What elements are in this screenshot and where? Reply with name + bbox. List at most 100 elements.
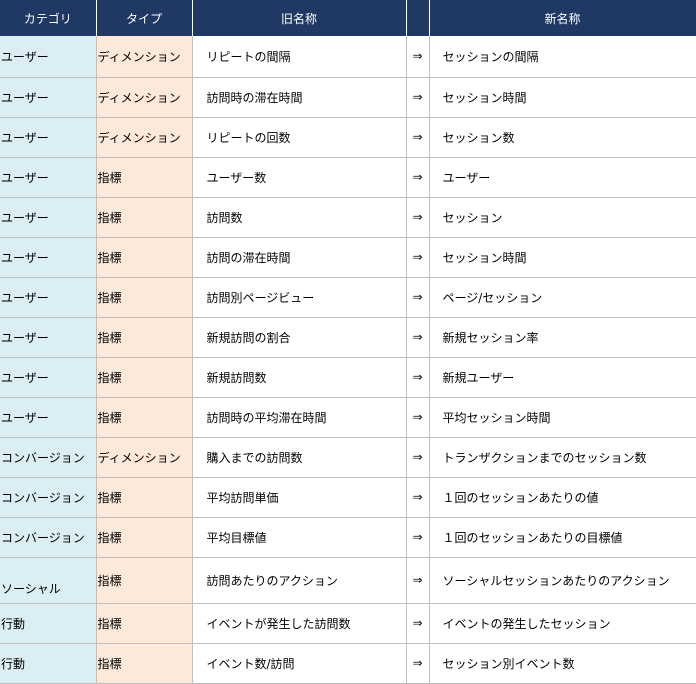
new-name-cell: ユーザー xyxy=(429,157,696,198)
table-row: ユーザー 指標 ユーザー数 ⇒ ユーザー xyxy=(0,157,696,198)
new-name-cell: セッション時間 xyxy=(429,237,696,278)
old-name-cell: イベント数/訪問 xyxy=(192,643,407,684)
old-name-cell: 平均訪問単価 xyxy=(192,477,407,518)
category-cell: ユーザー xyxy=(0,237,97,278)
old-name-cell: 購入までの訪問数 xyxy=(192,437,407,478)
old-name-cell: リピートの回数 xyxy=(192,117,407,158)
type-cell: 指標 xyxy=(96,357,193,398)
table-row: ユーザー 指標 新規訪問の割合 ⇒ 新規セッション率 xyxy=(0,317,696,358)
type-cell: 指標 xyxy=(96,517,193,558)
new-name-cell: １回のセッションあたりの値 xyxy=(429,477,696,518)
new-name-cell: セッション時間 xyxy=(429,77,696,118)
old-name-cell: 訪問数 xyxy=(192,197,407,238)
category-cell: ユーザー xyxy=(0,357,97,398)
table-row: ユーザー ディメンション リピートの回数 ⇒ セッション数 xyxy=(0,117,696,158)
arrow-cell: ⇒ xyxy=(406,357,430,398)
rename-table: カテゴリ タイプ 旧名称 新名称 ユーザー ディメンション リピートの間隔 ⇒ … xyxy=(0,0,696,684)
old-name-cell: ユーザー数 xyxy=(192,157,407,198)
old-name-cell: イベントが発生した訪問数 xyxy=(192,603,407,644)
new-name-cell: １回のセッションあたりの目標値 xyxy=(429,517,696,558)
header-type: タイプ xyxy=(96,0,193,36)
arrow-cell: ⇒ xyxy=(406,277,430,318)
type-cell: 指標 xyxy=(96,477,193,518)
table-row: コンバージョン 指標 平均目標値 ⇒ １回のセッションあたりの目標値 xyxy=(0,517,696,558)
old-name-cell: 新規訪問数 xyxy=(192,357,407,398)
arrow-cell: ⇒ xyxy=(406,437,430,478)
arrow-cell: ⇒ xyxy=(406,157,430,198)
category-cell: ユーザー xyxy=(0,117,97,158)
old-name-cell: 訪問あたりのアクション xyxy=(192,557,407,604)
header-category: カテゴリ xyxy=(0,0,97,36)
type-cell: 指標 xyxy=(96,397,193,438)
arrow-cell: ⇒ xyxy=(406,77,430,118)
type-cell: ディメンション xyxy=(96,117,193,158)
arrow-cell: ⇒ xyxy=(406,477,430,518)
category-cell: ユーザー xyxy=(0,77,97,118)
table-row: コンバージョン 指標 平均訪問単価 ⇒ １回のセッションあたりの値 xyxy=(0,477,696,518)
new-name-cell: ページ/セッション xyxy=(429,277,696,318)
table-row: ユーザー 指標 訪問の滞在時間 ⇒ セッション時間 xyxy=(0,237,696,278)
table-row: ソーシャル 指標 訪問あたりのアクション ⇒ ソーシャルセッションあたりのアクシ… xyxy=(0,557,696,604)
type-cell: 指標 xyxy=(96,157,193,198)
arrow-cell: ⇒ xyxy=(406,237,430,278)
table-row: ユーザー ディメンション 訪問時の滞在時間 ⇒ セッション時間 xyxy=(0,77,696,118)
category-cell: 行動 xyxy=(0,603,97,644)
category-cell: ユーザー xyxy=(0,157,97,198)
type-cell: 指標 xyxy=(96,237,193,278)
category-cell: ユーザー xyxy=(0,277,97,318)
type-cell: 指標 xyxy=(96,197,193,238)
header-arrow xyxy=(406,0,430,36)
type-cell: 指標 xyxy=(96,277,193,318)
old-name-cell: 新規訪問の割合 xyxy=(192,317,407,358)
header-old-name: 旧名称 xyxy=(192,0,407,36)
new-name-cell: 新規ユーザー xyxy=(429,357,696,398)
arrow-cell: ⇒ xyxy=(406,517,430,558)
arrow-cell: ⇒ xyxy=(406,117,430,158)
header-new-name: 新名称 xyxy=(429,0,696,36)
new-name-cell: ソーシャルセッションあたりのアクション xyxy=(429,557,696,604)
type-cell: 指標 xyxy=(96,603,193,644)
category-cell: コンバージョン xyxy=(0,477,97,518)
table-row: コンバージョン ディメンション 購入までの訪問数 ⇒ トランザクションまでのセッ… xyxy=(0,437,696,478)
arrow-cell: ⇒ xyxy=(406,197,430,238)
table-row: ユーザー 指標 新規訪問数 ⇒ 新規ユーザー xyxy=(0,357,696,398)
category-cell: コンバージョン xyxy=(0,437,97,478)
arrow-cell: ⇒ xyxy=(406,643,430,684)
arrow-cell: ⇒ xyxy=(406,36,430,78)
new-name-cell: セッションの間隔 xyxy=(429,36,696,78)
category-cell: 行動 xyxy=(0,643,97,684)
arrow-cell: ⇒ xyxy=(406,397,430,438)
new-name-cell: 平均セッション時間 xyxy=(429,397,696,438)
table-row: ユーザー 指標 訪問別ページビュー ⇒ ページ/セッション xyxy=(0,277,696,318)
old-name-cell: リピートの間隔 xyxy=(192,36,407,78)
old-name-cell: 訪問別ページビュー xyxy=(192,277,407,318)
new-name-cell: イベントの発生したセッション xyxy=(429,603,696,644)
arrow-cell: ⇒ xyxy=(406,603,430,644)
new-name-cell: セッション数 xyxy=(429,117,696,158)
arrow-cell: ⇒ xyxy=(406,557,430,604)
new-name-cell: トランザクションまでのセッション数 xyxy=(429,437,696,478)
category-cell: ユーザー xyxy=(0,36,97,78)
old-name-cell: 訪問時の滞在時間 xyxy=(192,77,407,118)
type-cell: 指標 xyxy=(96,317,193,358)
category-cell: ユーザー xyxy=(0,397,97,438)
type-cell: ディメンション xyxy=(96,36,193,78)
old-name-cell: 訪問時の平均滞在時間 xyxy=(192,397,407,438)
type-cell: ディメンション xyxy=(96,437,193,478)
table-row: ユーザー 指標 訪問数 ⇒ セッション xyxy=(0,197,696,238)
type-cell: 指標 xyxy=(96,643,193,684)
arrow-cell: ⇒ xyxy=(406,317,430,358)
table-row: 行動 指標 イベント数/訪問 ⇒ セッション別イベント数 xyxy=(0,643,696,684)
type-cell: 指標 xyxy=(96,557,193,604)
old-name-cell: 訪問の滞在時間 xyxy=(192,237,407,278)
category-cell: ユーザー xyxy=(0,317,97,358)
category-cell: ソーシャル xyxy=(0,557,97,604)
table-row: ユーザー ディメンション リピートの間隔 ⇒ セッションの間隔 xyxy=(0,36,696,78)
header-row: カテゴリ タイプ 旧名称 新名称 xyxy=(0,0,696,36)
category-cell: ユーザー xyxy=(0,197,97,238)
table-row: 行動 指標 イベントが発生した訪問数 ⇒ イベントの発生したセッション xyxy=(0,603,696,644)
new-name-cell: セッション xyxy=(429,197,696,238)
new-name-cell: 新規セッション率 xyxy=(429,317,696,358)
old-name-cell: 平均目標値 xyxy=(192,517,407,558)
table-row: ユーザー 指標 訪問時の平均滞在時間 ⇒ 平均セッション時間 xyxy=(0,397,696,438)
